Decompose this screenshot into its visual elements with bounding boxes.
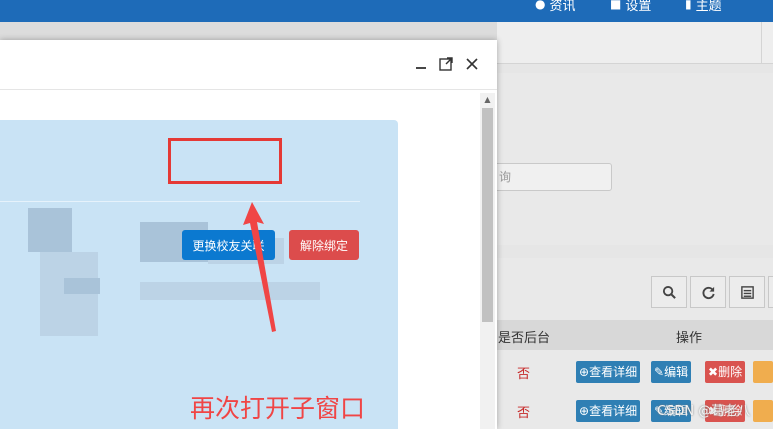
nav-item-settings[interactable]: ■ 设置 <box>610 0 651 14</box>
annotation-text: 再次打开子窗口 <box>190 394 366 423</box>
column-header-backend: 是否后台 <box>498 331 551 346</box>
edit-button[interactable]: ✎编辑 <box>651 361 692 383</box>
background-search-card <box>497 73 773 245</box>
nav-label: 主题 <box>695 0 722 14</box>
annotation-arrow-icon <box>243 202 276 332</box>
list-icon <box>740 285 754 299</box>
refresh-icon <box>702 286 715 299</box>
more-action-button[interactable] <box>753 361 773 383</box>
background-tab-strip <box>497 22 773 64</box>
delete-button[interactable]: ✖删除 <box>705 361 746 383</box>
theme-icon: ▮ <box>685 0 692 11</box>
nav-item-news[interactable]: ● 资讯 <box>535 0 576 14</box>
nav-item-theme[interactable]: ▮ 主题 <box>685 0 722 14</box>
background-search-input[interactable]: 询 <box>480 163 612 191</box>
search-button[interactable] <box>651 276 687 308</box>
table-header: 是否后台 操作 <box>497 320 773 350</box>
view-detail-button[interactable]: ⊕查看详细 <box>576 400 641 422</box>
tab-divider <box>761 22 762 63</box>
table-row: 否 ⊕查看详细 ✎编辑 ✖删除 <box>497 358 773 386</box>
column-header-actions: 操作 <box>676 331 703 346</box>
top-navbar: ● 资讯 ■ 设置 ▮ 主题 <box>0 0 773 22</box>
columns-button[interactable] <box>729 276 765 308</box>
settings-icon: ■ <box>610 0 622 11</box>
backend-flag: 否 <box>517 367 531 382</box>
nav-label: 设置 <box>625 0 652 14</box>
refresh-button[interactable] <box>690 276 726 308</box>
toolbar-button-extra[interactable] <box>768 276 773 308</box>
view-detail-button[interactable]: ⊕查看详细 <box>576 361 641 383</box>
csdn-watermark: CSDN @葛老八 <box>657 404 751 419</box>
nav-label: 资讯 <box>549 0 576 14</box>
search-icon <box>662 285 676 299</box>
info-icon: ● <box>535 0 546 11</box>
more-action-button[interactable] <box>753 400 773 422</box>
child-window-modal: ▲ 更换校友关联 解除绑定 再次打开子窗口 <box>0 40 497 429</box>
backend-flag: 否 <box>517 406 531 421</box>
